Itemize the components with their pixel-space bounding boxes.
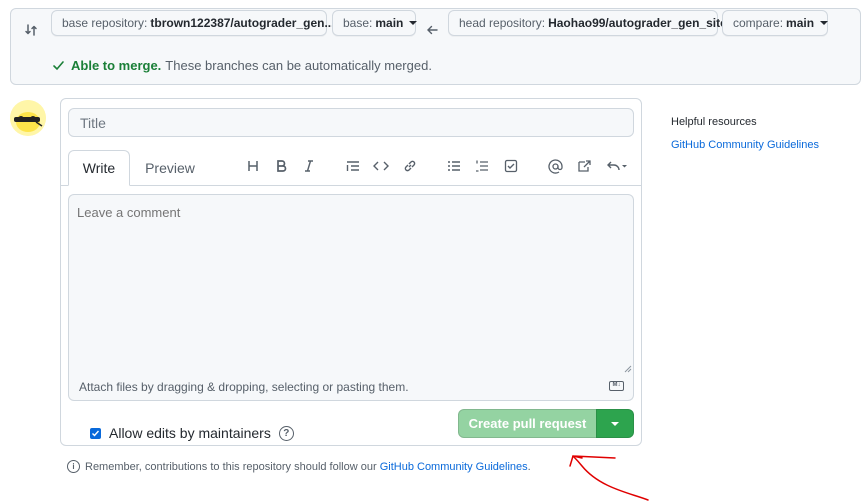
question-icon[interactable]: ? [278, 425, 294, 441]
unordered-list-icon[interactable] [444, 156, 464, 176]
compare-arrows-icon [23, 22, 39, 41]
head-repository-select[interactable]: head repository: Haohao99/autograder_gen… [448, 10, 741, 36]
avatar[interactable] [10, 100, 46, 136]
bold-icon[interactable] [271, 156, 291, 176]
contribution-note: i Remember, contributions to this reposi… [67, 460, 531, 473]
allow-edits-label[interactable]: Allow edits by maintainers [109, 425, 271, 441]
tab-write[interactable]: Write [68, 150, 130, 186]
markdown-icon[interactable]: M↓ [609, 381, 624, 391]
reply-icon[interactable] [604, 156, 630, 176]
chevron-down-icon [611, 421, 619, 426]
sidebar-community-guidelines-link[interactable]: GitHub Community Guidelines [671, 139, 819, 151]
italic-icon[interactable] [299, 156, 319, 176]
base-repository-select[interactable]: base repository: tbrown122387/autograder… [51, 10, 349, 36]
helpful-resources-title: Helpful resources [671, 116, 757, 128]
link-icon[interactable] [400, 156, 420, 176]
tab-preview[interactable]: Preview [138, 150, 202, 186]
mention-icon[interactable] [545, 156, 565, 176]
allow-edits-checkbox[interactable] [90, 427, 101, 439]
base-branch-select[interactable]: base: main [332, 10, 418, 36]
check-icon [52, 59, 65, 72]
create-pull-request-dropdown[interactable] [596, 409, 634, 438]
compare-branch-select[interactable]: compare: main [722, 10, 829, 36]
info-icon: i [67, 460, 80, 473]
tab-divider [129, 185, 641, 186]
attach-files-bar[interactable]: Attach files by dragging & dropping, sel… [68, 373, 634, 401]
create-pull-request-button[interactable]: Create pull request [458, 409, 597, 438]
quote-icon[interactable] [343, 156, 363, 176]
resize-handle-icon[interactable] [622, 362, 632, 373]
arrow-left-icon [425, 23, 439, 40]
annotation-arrow [569, 455, 649, 501]
chevron-down-icon [409, 21, 418, 25]
merge-status: Able to merge. These branches can be aut… [52, 58, 432, 73]
comment-textarea[interactable] [68, 194, 634, 374]
allow-edits-row: Allow edits by maintainers ? [90, 425, 294, 441]
community-guidelines-link[interactable]: GitHub Community Guidelines [380, 461, 528, 473]
heading-icon[interactable] [243, 156, 263, 176]
chevron-down-icon [820, 21, 829, 25]
ordered-list-icon[interactable] [472, 156, 492, 176]
title-input[interactable] [68, 108, 634, 137]
cross-reference-icon[interactable] [574, 156, 594, 176]
task-list-icon[interactable] [501, 156, 521, 176]
code-icon[interactable] [371, 156, 391, 176]
